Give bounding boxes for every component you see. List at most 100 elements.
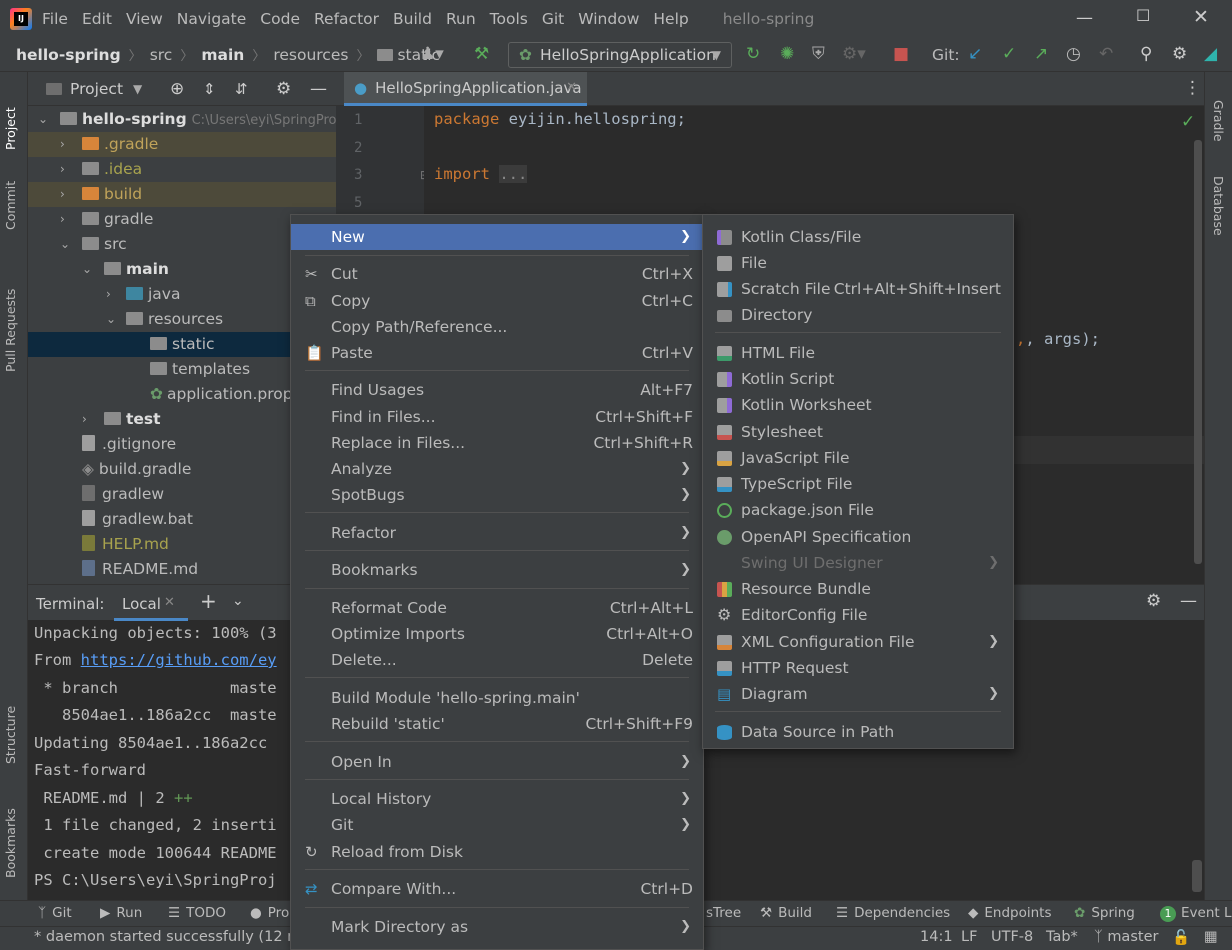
submenu-item-kotlin-worksheet[interactable]: Kotlin Worksheet (703, 392, 1013, 418)
settings-gear-icon[interactable]: ⚙ (1146, 591, 1161, 611)
menu-edit[interactable]: Edit (82, 10, 112, 28)
editor-scrollbar[interactable] (1194, 140, 1202, 564)
add-terminal-icon[interactable]: + (200, 589, 217, 613)
terminal-scrollbar[interactable] (1192, 860, 1202, 892)
user-icon[interactable]: ♟▾ (420, 44, 444, 64)
submenu-item-kotlin-script[interactable]: Kotlin Script (703, 366, 1013, 392)
submenu-item-javascript-file[interactable]: JavaScript File (703, 445, 1013, 471)
close-tab-icon[interactable]: ✕ (164, 595, 175, 610)
menu-item-build-module[interactable]: Build Module 'hello-spring.main' (291, 685, 703, 711)
coverage-icon[interactable]: ⛨ (812, 44, 825, 64)
menu-tools[interactable]: Tools (490, 10, 528, 28)
breadcrumb-main[interactable]: main (201, 46, 244, 64)
editor-tab-active[interactable]: ● HelloSpringApplication.java ✕ (344, 72, 587, 106)
close-tab-icon[interactable]: ✕ (566, 80, 577, 95)
breadcrumb-src[interactable]: src (150, 46, 173, 64)
lock-icon[interactable]: 🔓 (1172, 929, 1190, 946)
menu-item-paste[interactable]: 📋 Paste Ctrl+V (291, 340, 703, 366)
git-commit-icon[interactable]: ✓ (1002, 44, 1016, 64)
tool-tab-database[interactable]: Database (1211, 176, 1226, 236)
submenu-item-html-file[interactable]: HTML File (703, 340, 1013, 366)
more-options-icon[interactable]: ⋮ (1184, 78, 1201, 98)
tool-button-dependencies[interactable]: ☰ Dependencies (836, 905, 950, 921)
hide-panel-icon[interactable]: — (1180, 591, 1197, 611)
run-configuration-select[interactable]: ✿ HelloSpringApplication ▼ (508, 42, 732, 68)
notifications-icon[interactable]: ▦ (1204, 929, 1218, 945)
submenu-item-editorconfig[interactable]: ⚙ EditorConfig File (703, 602, 1013, 628)
search-icon[interactable]: ⚲ (1140, 44, 1152, 64)
submenu-item-typescript-file[interactable]: TypeScript File (703, 471, 1013, 497)
submenu-item-openapi[interactable]: OpenAPI Specification (703, 524, 1013, 550)
chevron-down-icon[interactable]: ⌄ (232, 593, 244, 609)
menu-item-rebuild[interactable]: Rebuild 'static' Ctrl+Shift+F9 (291, 711, 703, 737)
line-separator[interactable]: LF (961, 929, 977, 945)
menu-item-compare-with[interactable]: ⇄ Compare With... Ctrl+D (291, 876, 703, 902)
menu-file[interactable]: File (42, 10, 68, 28)
indent-setting[interactable]: Tab* (1046, 929, 1078, 945)
tree-node-build[interactable]: › build (28, 182, 336, 207)
menu-item-local-history[interactable]: Local History ❯ (291, 786, 703, 812)
rollback-icon[interactable]: ↶ (1099, 44, 1113, 64)
menu-git[interactable]: Git (542, 10, 564, 28)
menu-item-new[interactable]: New ❯ (291, 224, 703, 250)
menu-item-refactor[interactable]: Refactor ❯ (291, 520, 703, 546)
submenu-item-kotlin-class[interactable]: Kotlin Class/File (703, 224, 1013, 250)
tree-node-root[interactable]: ⌄ hello-spring C:\Users\eyi\SpringPro (28, 107, 336, 132)
rerun-icon[interactable]: ↻ (746, 44, 760, 64)
build-hammer-icon[interactable]: ⚒ (474, 44, 489, 64)
menu-item-copy-path[interactable]: Copy Path/Reference... (291, 314, 703, 340)
menu-navigate[interactable]: Navigate (177, 10, 247, 28)
terminal-tab-local[interactable]: Local (122, 595, 161, 613)
tool-button-git[interactable]: ᛉ Git (38, 905, 72, 921)
file-encoding[interactable]: UTF-8 (991, 929, 1033, 945)
tool-tab-commit[interactable]: Commit (3, 166, 18, 230)
tool-tab-project[interactable]: Project (3, 80, 18, 150)
tool-button-problems[interactable]: ● Pro (250, 905, 289, 921)
menu-run[interactable]: Run (446, 10, 476, 28)
tool-tab-gradle[interactable]: Gradle (1211, 100, 1226, 142)
history-clock-icon[interactable]: ◷ (1066, 44, 1081, 64)
menu-build[interactable]: Build (393, 10, 432, 28)
tool-button-endpoints[interactable]: ◆ Endpoints (968, 905, 1052, 921)
tool-button-event-log[interactable]: 1Event Lo (1160, 905, 1232, 922)
intellij-logo-icon[interactable]: IJ (10, 8, 32, 30)
submenu-item-stylesheet[interactable]: Stylesheet (703, 419, 1013, 445)
breadcrumb-resources[interactable]: resources (273, 46, 348, 64)
tree-node-idea[interactable]: › .idea (28, 157, 336, 182)
locate-target-icon[interactable]: ⊕ (170, 79, 184, 99)
inspection-ok-icon[interactable]: ✓ (1181, 112, 1195, 132)
terminal-link[interactable]: https://github.com/ey (81, 651, 277, 669)
menu-item-mark-directory-as[interactable]: Mark Directory as ❯ (291, 914, 703, 940)
menu-item-copy[interactable]: ⧉ Copy Ctrl+C (291, 288, 703, 314)
hide-panel-icon[interactable]: — (310, 79, 327, 99)
menu-item-reload-from-disk[interactable]: ↻ Reload from Disk (291, 839, 703, 865)
collapse-all-icon[interactable]: ⇵ (235, 80, 248, 98)
menu-item-find-usages[interactable]: Find Usages Alt+F7 (291, 377, 703, 403)
settings-gear-icon[interactable]: ⚙ (276, 79, 291, 99)
plugin-logo-icon[interactable]: ◢ (1204, 44, 1217, 64)
submenu-item-package-json[interactable]: package.json File (703, 497, 1013, 523)
profiler-icon[interactable]: ⚙▾ (842, 44, 866, 64)
submenu-item-data-source-in-path[interactable]: Data Source in Path (703, 719, 1013, 745)
menu-code[interactable]: Code (260, 10, 300, 28)
status-message[interactable]: * daemon started successfully (12 min (34, 929, 315, 945)
submenu-item-swing-ui-designer[interactable]: Swing UI Designer ❯ (703, 550, 1013, 576)
submenu-item-xml-configuration[interactable]: XML Configuration File ❯ (703, 629, 1013, 655)
submenu-item-http-request[interactable]: HTTP Request (703, 655, 1013, 681)
submenu-item-resource-bundle[interactable]: Resource Bundle (703, 576, 1013, 602)
menu-item-optimize-imports[interactable]: Optimize Imports Ctrl+Alt+O (291, 621, 703, 647)
menu-item-replace-in-files[interactable]: Replace in Files... Ctrl+Shift+R (291, 430, 703, 456)
submenu-item-diagram[interactable]: ▤ Diagram ❯ (703, 681, 1013, 707)
menu-item-open-in[interactable]: Open In ❯ (291, 749, 703, 775)
menu-item-delete[interactable]: Delete... Delete (291, 647, 703, 673)
expand-all-icon[interactable]: ⇕ (203, 80, 216, 98)
git-update-icon[interactable]: ↙ (968, 44, 982, 64)
stop-icon[interactable]: ■ (893, 44, 909, 64)
caret-position[interactable]: 14:1 (920, 929, 953, 945)
menu-item-cut[interactable]: ✂ Cut Ctrl+X (291, 261, 703, 287)
tool-button-structure-tree[interactable]: sTree (706, 905, 741, 921)
tool-button-run[interactable]: ▶ Run (100, 905, 142, 921)
submenu-item-file[interactable]: File (703, 250, 1013, 276)
menu-help[interactable]: Help (653, 10, 688, 28)
menu-window[interactable]: Window (578, 10, 639, 28)
